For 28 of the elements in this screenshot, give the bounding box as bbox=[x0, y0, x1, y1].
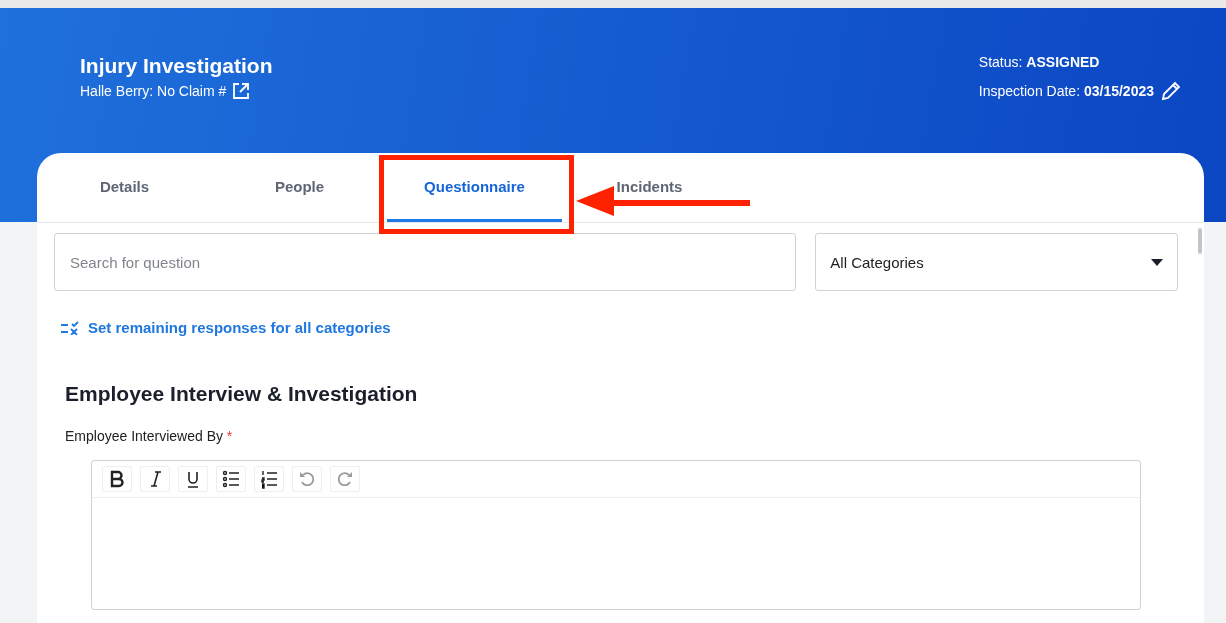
bold-button[interactable] bbox=[102, 466, 132, 492]
search-field[interactable]: Search for question bbox=[54, 233, 797, 291]
numbers-button[interactable] bbox=[254, 466, 284, 492]
bullets-button[interactable] bbox=[216, 466, 246, 492]
tab[interactable]: People bbox=[274, 177, 325, 196]
tab[interactable]: Incidents bbox=[616, 177, 683, 196]
set-responses-link[interactable]: Set remaining responses for all categories bbox=[60, 319, 391, 336]
edit-icon[interactable] bbox=[1160, 80, 1182, 102]
underline-button[interactable] bbox=[178, 466, 208, 492]
status-text: Status: ASSIGNED bbox=[978, 54, 1100, 70]
inspection-date-text: Inspection Date: 03/15/2023 bbox=[978, 83, 1154, 99]
required-asterisk: * bbox=[226, 428, 233, 444]
undo-icon bbox=[297, 469, 317, 489]
list-check-icon bbox=[60, 320, 80, 335]
section-heading: Employee Interview & Investigation bbox=[65, 382, 419, 406]
italic-button[interactable] bbox=[140, 466, 170, 492]
tab[interactable]: Questionnaire bbox=[424, 177, 525, 196]
bullets-icon bbox=[221, 469, 241, 489]
page-title: Injury Investigation bbox=[80, 54, 273, 78]
numbers-icon bbox=[259, 469, 279, 489]
question-label: Employee Interviewed By bbox=[65, 428, 223, 444]
dropdown-caret-icon[interactable] bbox=[1151, 258, 1163, 266]
scrollbar-thumb[interactable] bbox=[1198, 228, 1202, 254]
category-dropdown[interactable]: All Categories bbox=[815, 233, 1178, 291]
tab[interactable]: Details bbox=[99, 177, 150, 196]
external-link-icon[interactable] bbox=[232, 82, 251, 100]
claim-subtitle: Halle Berry: No Claim # bbox=[80, 83, 227, 99]
redo-icon bbox=[335, 469, 355, 489]
